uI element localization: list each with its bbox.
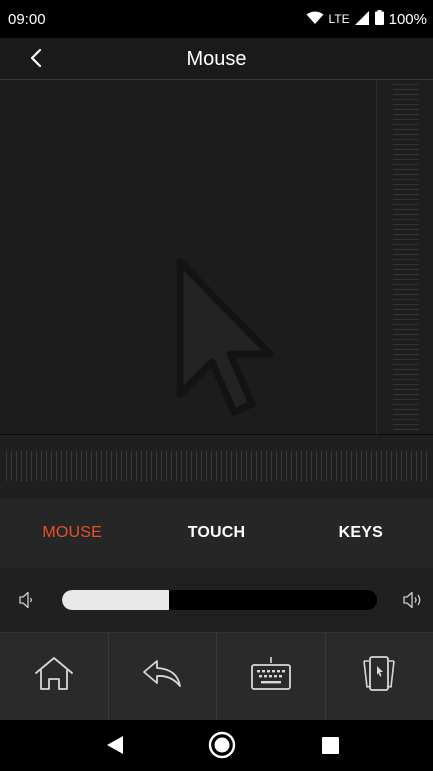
battery-icon — [374, 10, 384, 28]
volume-slider[interactable] — [62, 590, 377, 610]
tab-touch[interactable]: TOUCH — [144, 498, 288, 568]
return-icon — [141, 658, 183, 695]
device-cursor-button[interactable] — [324, 633, 433, 720]
status-time: 09:00 — [8, 10, 46, 28]
tab-mouse[interactable]: MOUSE — [0, 498, 144, 568]
page-title: Mouse — [186, 48, 247, 70]
volume-low-icon[interactable] — [18, 590, 34, 615]
bottom-toolbar — [0, 632, 433, 720]
home-icon — [32, 656, 76, 697]
horizontal-scroll-grip — [6, 451, 427, 481]
app-bar: Mouse — [0, 38, 433, 80]
status-icons: LTE 100% — [306, 10, 427, 28]
wifi-icon — [306, 11, 324, 28]
mode-tabs: MOUSE TOUCH KEYS — [0, 498, 433, 568]
home-button[interactable] — [0, 633, 108, 720]
system-nav-bar — [0, 720, 433, 771]
horizontal-scroll-strip[interactable] — [0, 435, 433, 498]
nav-recents-icon[interactable] — [322, 737, 339, 754]
battery-percentage: 100% — [388, 10, 427, 28]
volume-slider-fill — [62, 590, 170, 610]
nav-home-icon[interactable] — [207, 730, 237, 765]
volume-row — [0, 568, 433, 632]
keyboard-icon — [250, 657, 292, 696]
keyboard-button[interactable] — [216, 633, 325, 720]
tab-keys[interactable]: KEYS — [289, 498, 433, 568]
mouse-pointer-icon — [172, 258, 274, 423]
volume-high-icon[interactable] — [402, 590, 426, 615]
nav-back-icon[interactable] — [106, 735, 124, 760]
vertical-scroll-grip — [393, 84, 419, 430]
touchpad-area[interactable] — [0, 80, 375, 434]
device-cursor-icon — [359, 655, 399, 698]
signal-icon — [354, 10, 370, 28]
network-type-label: LTE — [328, 12, 350, 26]
vertical-scroll-strip[interactable] — [376, 80, 433, 434]
return-button[interactable] — [107, 633, 217, 720]
status-bar: 09:00 LTE 100% — [0, 0, 433, 38]
